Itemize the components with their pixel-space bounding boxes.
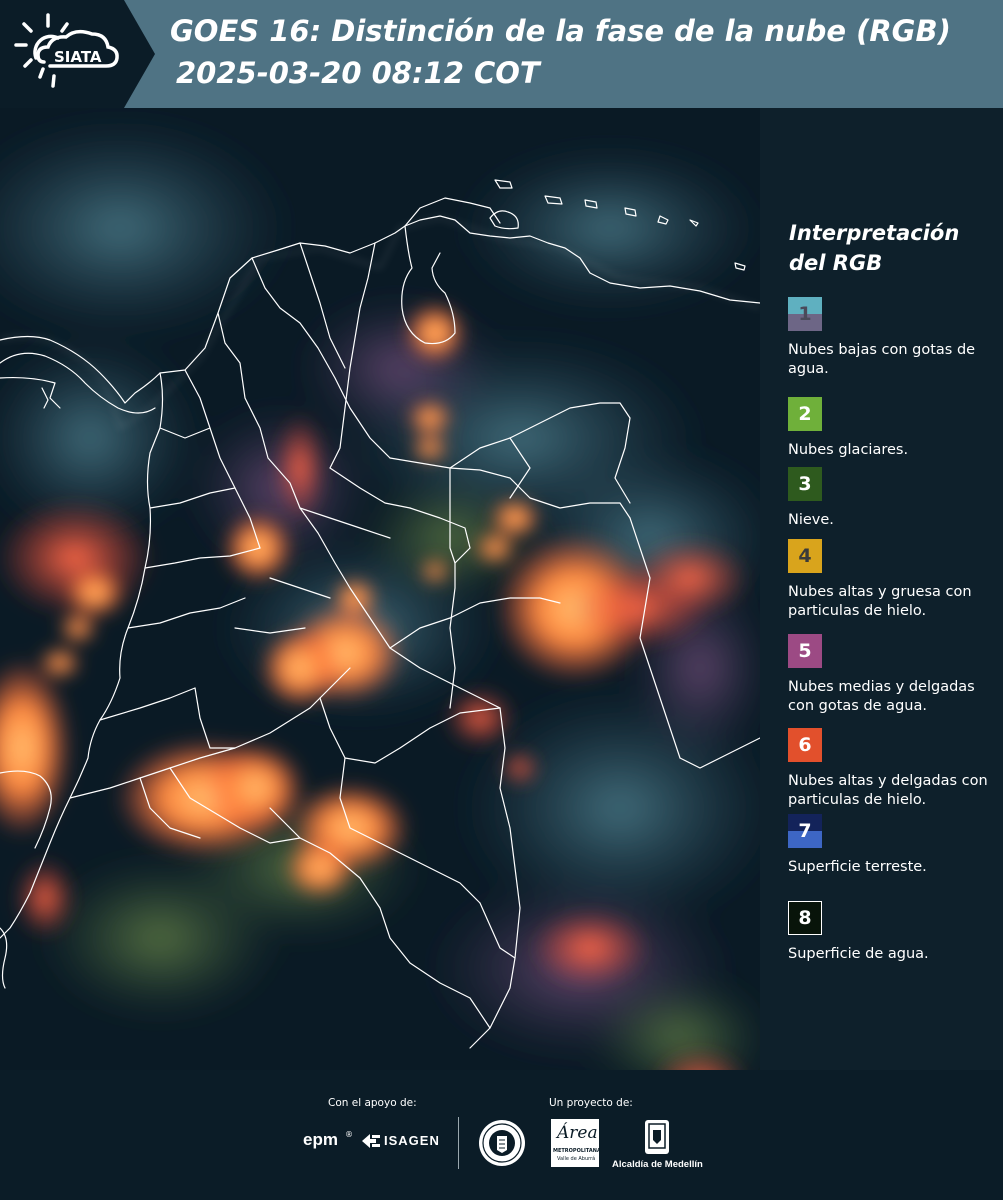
support-label: Con el apoyo de: bbox=[328, 1097, 417, 1109]
legend-number: 3 bbox=[798, 473, 812, 495]
legend-item-4: 4 Nubes altas y gruesa con particulas de … bbox=[788, 539, 993, 621]
legend-swatch: 5 bbox=[788, 634, 822, 668]
legend-number: 4 bbox=[798, 545, 812, 567]
alcaldia-coat-of-arms-icon bbox=[645, 1120, 669, 1154]
legend-item-5: 5 Nubes medias y delgadas con gotas de ag… bbox=[788, 634, 993, 716]
legend-item-7: 7 Superficie terreste. bbox=[788, 814, 993, 877]
legend-label: Nubes medias y delgadas con gotas de agu… bbox=[788, 679, 975, 714]
isagen-mark-icon bbox=[362, 1134, 380, 1148]
legend-item-1: 1 Nubes bajas con gotas de agua. bbox=[788, 297, 993, 379]
legend-label: Nubes glaciares. bbox=[788, 442, 909, 458]
satellite-map bbox=[0, 108, 760, 1070]
legend-item-3: 3 Nieve. bbox=[788, 467, 993, 530]
legend-swatch: 3 bbox=[788, 467, 822, 501]
legend-swatch: 6 bbox=[788, 728, 822, 762]
page-title: GOES 16: Distinción de la fase de la nub… bbox=[170, 14, 951, 48]
footer: Con el apoyo de: Un proyecto de: epm ® I… bbox=[0, 1070, 1003, 1200]
legend-label: Nieve. bbox=[788, 512, 834, 528]
footer-divider bbox=[458, 1117, 459, 1169]
legend-number: 1 bbox=[798, 303, 812, 325]
legend-number: 7 bbox=[798, 820, 812, 842]
legend-number: 8 bbox=[798, 907, 812, 929]
page-timestamp: 2025-03-20 08:12 COT bbox=[176, 56, 540, 90]
legend-swatch: 7 bbox=[788, 814, 822, 848]
project-label: Un proyecto de: bbox=[549, 1097, 633, 1109]
isagen-logo: ISAGEN bbox=[384, 1133, 440, 1148]
legend-swatch: 8 bbox=[788, 901, 822, 935]
cloud-phase-image bbox=[0, 108, 760, 1070]
header-bar: SIATA GOES 16: Distinción de la fase de … bbox=[0, 0, 1003, 108]
area-metropolitana-logo: Área METROPOLITANA Valle de Aburrá bbox=[551, 1119, 601, 1167]
legend-swatch: 1 bbox=[788, 297, 822, 331]
legend-number: 6 bbox=[798, 734, 812, 756]
legend-number: 5 bbox=[798, 640, 812, 662]
legend-number: 2 bbox=[798, 403, 812, 425]
legend-item-6: 6 Nubes altas y delgadas con particulas d… bbox=[788, 728, 993, 810]
legend-item-2: 2 Nubes glaciares. bbox=[788, 397, 993, 460]
legend-label: Superficie terreste. bbox=[788, 859, 927, 875]
epm-logo: epm bbox=[303, 1130, 338, 1149]
legend-swatch: 2 bbox=[788, 397, 822, 431]
legend-title: Interpretación del RGB bbox=[789, 221, 960, 275]
legend-label: Nubes altas y gruesa con particulas de h… bbox=[788, 584, 972, 619]
legend-panel: Interpretación del RGB 1 Nubes bajas con … bbox=[760, 108, 1003, 1070]
legend-item-8: 8 Superficie de agua. bbox=[788, 901, 993, 964]
alcaldia-logo: Alcaldía de Medellín bbox=[612, 1159, 703, 1170]
legend-label: Nubes bajas con gotas de agua. bbox=[788, 342, 976, 377]
registered-mark-icon: ® bbox=[345, 1130, 353, 1139]
legend-swatch: 4 bbox=[788, 539, 822, 573]
university-seal-icon bbox=[479, 1120, 525, 1166]
legend-label: Nubes altas y delgadas con particulas de… bbox=[788, 773, 988, 808]
legend-label: Superficie de agua. bbox=[788, 946, 929, 962]
sun-cloud-icon: SIATA bbox=[14, 13, 119, 88]
siata-logo: SIATA bbox=[0, 0, 155, 108]
svg-text:SIATA: SIATA bbox=[54, 48, 102, 66]
